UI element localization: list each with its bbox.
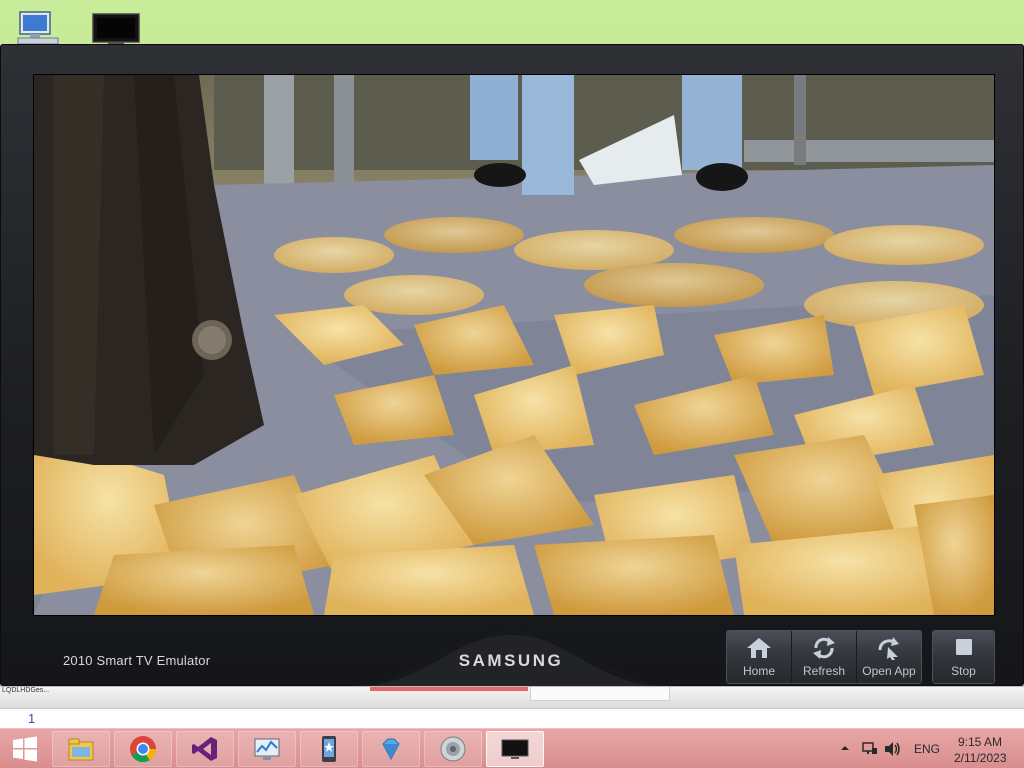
chrome-icon [130,736,157,763]
clock-time[interactable]: 9:15 AM [958,735,1002,749]
text-input-value: 1 [28,711,36,726]
file-explorer-icon [68,738,94,761]
computer-icon[interactable] [14,10,64,46]
tv-emulator-window: 2010 Smart TV Emulator SAMSUNG Home Refr… [0,44,1024,687]
tv-emulator-icon [501,739,529,759]
tv-monitor-icon[interactable] [90,10,140,46]
background-window-strip: LQDLHDGes... [0,686,1024,708]
network-icon[interactable] [862,741,878,757]
taskbar-diamond-app[interactable] [362,731,420,767]
windows-phone-icon [322,736,336,762]
home-label: Home [742,664,775,678]
refresh-button[interactable]: Refresh [792,631,857,683]
taskbar-chrome[interactable] [114,731,172,767]
taskbar-file-explorer[interactable] [52,731,110,767]
windows-logo-icon [13,736,37,762]
refresh-label: Refresh [802,664,846,678]
start-button[interactable] [0,729,50,768]
taskbar-speaker-app[interactable] [424,731,482,767]
strip-red-bar [370,687,528,691]
stop-label: Stop [951,664,976,678]
show-hidden-icons-icon[interactable] [840,741,850,755]
open-app-label: Open App [862,664,916,678]
strip-text: LQDLHDGes... [2,687,50,694]
refresh-icon [813,637,835,659]
open-app-button[interactable]: Open App [857,631,921,683]
home-button[interactable]: Home [727,631,792,683]
open-app-icon [878,637,899,660]
taskbar-windows-phone[interactable] [300,731,358,767]
speaker-app-icon [440,736,466,762]
volume-icon[interactable] [884,741,902,757]
stop-button[interactable]: Stop [933,631,994,683]
visual-studio-icon [192,737,217,761]
diamond-app-icon [382,738,400,761]
taskbar-visual-studio[interactable] [176,731,234,767]
language-indicator[interactable]: ENG [914,742,940,756]
emulator-controls: Home Refresh Open App [726,630,922,684]
clock-date[interactable]: 2/11/2023 [954,751,1007,765]
emulator-title: 2010 Smart TV Emulator [63,653,211,668]
performance-monitor-icon [254,738,280,760]
text-input-field[interactable]: 1 [0,708,1024,728]
home-icon [747,638,771,658]
samsung-logo: SAMSUNG [458,651,564,670]
tv-screen-photo [34,75,994,615]
stop-icon [955,639,972,655]
tv-screen [33,74,995,616]
strip-tab[interactable] [530,687,670,701]
stop-control: Stop [932,630,995,684]
taskbar-tv-emulator[interactable] [486,731,544,767]
taskbar-performance-monitor[interactable] [238,731,296,767]
taskbar: ENG 9:15 AM 2/11/2023 [0,728,1024,768]
